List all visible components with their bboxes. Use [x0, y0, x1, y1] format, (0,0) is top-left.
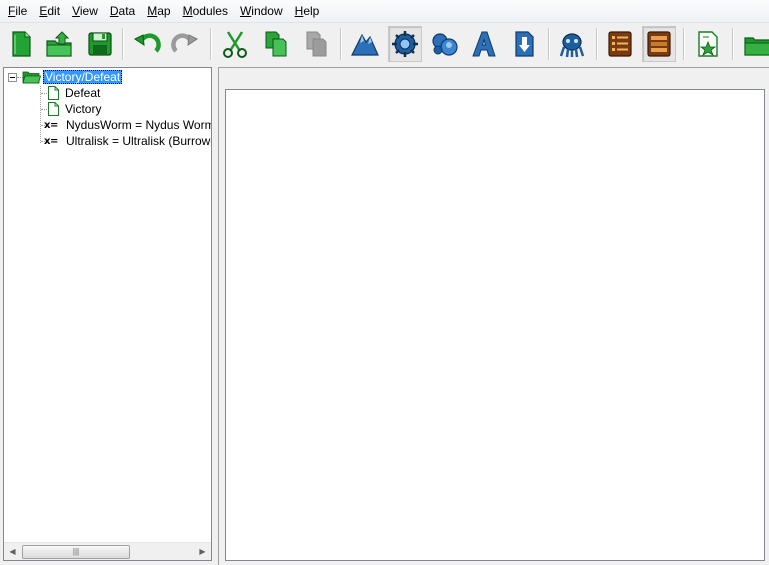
folder-button[interactable] [740, 26, 769, 62]
open-file-icon [46, 31, 72, 57]
trigger-tree[interactable]: Victory/Defeat Defeat Victory x= NydusWo… [3, 67, 212, 561]
open-file-button[interactable] [42, 26, 76, 62]
paste-button[interactable] [299, 26, 333, 62]
menu-bar: File Edit View Data Map Modules Window H… [0, 0, 769, 23]
list-panel-icon [647, 31, 671, 57]
new-file-button[interactable] [4, 26, 38, 62]
tree-connector [40, 86, 41, 143]
tree-item-root[interactable]: Victory/Defeat [22, 69, 123, 85]
tree-item-nydusworm[interactable]: x= NydusWorm = Nydus Worm (Ca [44, 117, 212, 133]
toolbar [0, 23, 769, 65]
toolbar-separator [122, 28, 124, 60]
terrain-icon [351, 33, 379, 56]
list-panel-button[interactable] [642, 26, 676, 62]
folder-icon [744, 37, 769, 56]
list-icon [608, 31, 632, 57]
horizontal-scrollbar[interactable]: ◀ ||| ▶ [4, 542, 211, 560]
menu-map[interactable]: Map [141, 0, 176, 22]
toolbar-separator [210, 28, 212, 60]
copy-icon [265, 31, 287, 57]
creature-button[interactable] [555, 26, 589, 62]
import-icon [515, 31, 534, 57]
menu-file[interactable]: File [0, 0, 33, 22]
tree-item-label: Defeat [65, 86, 101, 100]
triggers-icon [392, 31, 418, 57]
menu-edit[interactable]: Edit [33, 0, 66, 22]
units-button[interactable] [427, 26, 461, 62]
scroll-right-button[interactable]: ▶ [194, 543, 211, 560]
terrain-button[interactable] [348, 26, 382, 62]
list-button[interactable] [603, 26, 637, 62]
document-icon [48, 86, 59, 100]
units-icon [432, 33, 458, 56]
text-button[interactable] [467, 26, 501, 62]
folder-open-icon [22, 71, 41, 84]
tree-expander[interactable] [8, 73, 17, 82]
menu-window[interactable]: Window [234, 0, 289, 22]
tree-rows: Victory/Defeat Defeat Victory x= NydusWo… [4, 68, 211, 544]
tree-item-label: Ultralisk = Ultralisk (Burrowed) ( [66, 134, 211, 148]
tree-item-label: NydusWorm = Nydus Worm (Ca [66, 118, 212, 132]
cut-button[interactable] [218, 26, 252, 62]
scroll-thumb[interactable]: ||| [22, 545, 130, 559]
tree-item-label: Victory/Defeat [43, 70, 123, 84]
tree-item-ultralisk[interactable]: x= Ultralisk = Ultralisk (Burrowed) ( [44, 133, 211, 149]
scroll-left-button[interactable]: ◀ [4, 543, 21, 560]
menu-data[interactable]: Data [104, 0, 141, 22]
text-icon [472, 31, 496, 57]
variable-icon: x= [44, 119, 58, 131]
toolbar-separator [683, 28, 685, 60]
redo-icon [171, 33, 198, 53]
undo-button[interactable] [130, 26, 164, 62]
grip-icon: ||| [72, 547, 80, 556]
arrow-right-icon: ▶ [199, 547, 206, 556]
script-button[interactable] [691, 26, 725, 62]
copy-button[interactable] [259, 26, 293, 62]
redo-button[interactable] [168, 26, 202, 62]
creature-icon [559, 33, 585, 58]
import-button[interactable] [507, 26, 541, 62]
tree-item-label: Victory [65, 102, 102, 116]
editor-text-area[interactable] [225, 89, 765, 561]
script-icon [698, 31, 718, 57]
cut-icon [223, 31, 247, 58]
document-icon [48, 102, 59, 116]
toolbar-separator [340, 28, 342, 60]
toolbar-separator [548, 28, 550, 60]
paste-icon [306, 31, 327, 57]
variable-icon: x= [44, 135, 58, 147]
arrow-left-icon: ◀ [9, 547, 16, 556]
save-button[interactable] [83, 26, 117, 62]
triggers-button[interactable] [388, 26, 422, 62]
editor-panel [218, 67, 769, 565]
toolbar-separator [732, 28, 734, 60]
toolbar-separator [596, 28, 598, 60]
menu-help[interactable]: Help [289, 0, 326, 22]
tree-item-victory[interactable]: Victory [48, 101, 103, 117]
tree-item-defeat[interactable]: Defeat [48, 85, 102, 101]
menu-view[interactable]: View [66, 0, 104, 22]
undo-icon [134, 33, 161, 53]
save-icon [88, 32, 112, 56]
menu-modules[interactable]: Modules [177, 0, 234, 22]
new-file-icon [12, 31, 31, 57]
